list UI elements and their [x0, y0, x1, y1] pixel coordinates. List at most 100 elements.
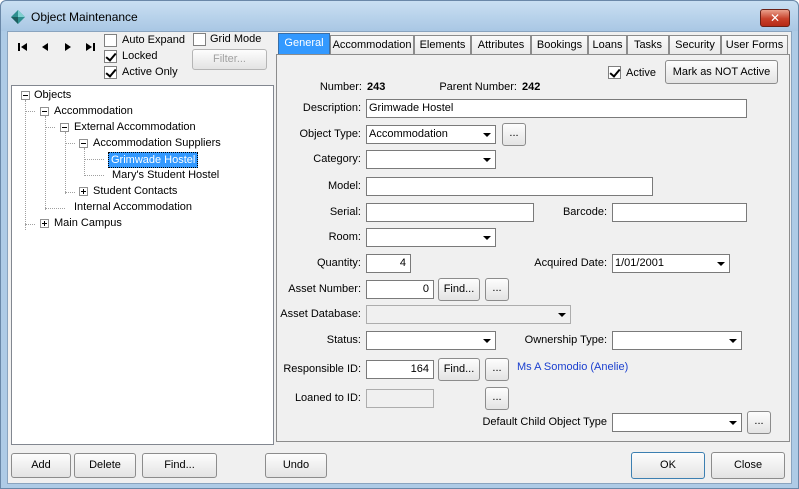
serial-label: Serial: [329, 206, 361, 218]
expand-student-contacts-icon[interactable] [79, 187, 88, 196]
ok-button[interactable]: OK [631, 452, 705, 479]
chevron-down-icon [555, 307, 569, 322]
close-button[interactable]: Close [711, 452, 785, 479]
responsible-person-name: Ms A Somodio (Anelie) [517, 361, 629, 373]
tree-node-marys-student-hostel[interactable]: Mary's Student Hostel [112, 168, 219, 182]
serial-field[interactable] [366, 203, 534, 222]
parent-number-label: Parent Number: [439, 81, 517, 93]
add-button[interactable]: Add [11, 453, 71, 478]
grid-mode-label: Grid Mode [210, 33, 262, 45]
responsible-id-field[interactable]: 164 [366, 360, 434, 379]
loaned-to-id-label: Loaned to ID: [294, 392, 361, 404]
category-select[interactable] [366, 150, 496, 169]
tab-attributes[interactable]: Attributes [471, 35, 531, 55]
undo-button[interactable]: Undo [265, 453, 327, 478]
expand-main-campus-icon[interactable] [40, 219, 49, 228]
first-record-icon[interactable] [16, 40, 30, 54]
chevron-down-icon [480, 152, 494, 167]
model-field[interactable] [366, 177, 653, 196]
tab-strip: General Accommodation Elements Attribute… [276, 33, 791, 55]
category-label: Category: [313, 153, 361, 165]
acquired-date-value: 1/01/2001 [615, 257, 664, 269]
collapse-objects-icon[interactable] [21, 91, 30, 100]
barcode-field[interactable] [612, 203, 747, 222]
tree-node-internal-accommodation[interactable]: Internal Accommodation [74, 200, 192, 214]
tree-node-external-accommodation[interactable]: External Accommodation [74, 120, 196, 134]
loaned-to-browse-button[interactable]: ... [485, 387, 509, 410]
default-child-object-type-label: Default Child Object Type [482, 416, 607, 428]
room-label: Room: [328, 231, 361, 243]
tab-bookings[interactable]: Bookings [531, 35, 588, 55]
tab-general[interactable]: General [278, 33, 330, 55]
delete-button[interactable]: Delete [74, 453, 136, 478]
object-type-select[interactable]: Accommodation [366, 125, 496, 144]
asset-database-label: Asset Database: [280, 308, 361, 320]
mark-as-not-active-button[interactable]: Mark as NOT Active [665, 60, 778, 84]
next-record-icon[interactable] [61, 40, 75, 54]
active-label: Active [626, 67, 656, 79]
collapse-accommodation-icon[interactable] [40, 107, 49, 116]
filter-button[interactable]: Filter... [192, 49, 267, 70]
asset-number-field[interactable]: 0 [366, 280, 434, 299]
active-only-checkbox[interactable] [104, 66, 117, 79]
chevron-down-icon [714, 256, 728, 271]
number-label: Number: [319, 81, 362, 93]
active-checkbox[interactable] [608, 66, 621, 79]
quantity-field[interactable]: 4 [366, 254, 411, 273]
acquired-date-picker[interactable]: 1/01/2001 [612, 254, 730, 273]
status-label: Status: [326, 334, 361, 346]
tree-connector [25, 224, 35, 225]
last-record-icon[interactable] [83, 40, 97, 54]
tab-loans[interactable]: Loans [588, 35, 627, 55]
parent-number-value: 242 [522, 81, 541, 93]
room-select[interactable] [366, 228, 496, 247]
locked-checkbox[interactable] [104, 50, 117, 63]
general-tab-panel: Active Mark as NOT Active Number: 243 Pa… [276, 54, 790, 442]
asset-database-select[interactable] [366, 305, 571, 324]
auto-expand-checkbox[interactable] [104, 34, 117, 47]
responsible-id-find-button[interactable]: Find... [438, 358, 480, 381]
app-diamond-icon [11, 10, 25, 24]
title-bar[interactable]: Object Maintenance ✕ [1, 1, 798, 31]
tab-tasks[interactable]: Tasks [627, 35, 669, 55]
ownership-type-select[interactable] [612, 331, 742, 350]
tree-connector [45, 127, 55, 128]
collapse-accommodation-suppliers-icon[interactable] [79, 139, 88, 148]
chevron-down-icon [480, 230, 494, 245]
tree-connector [84, 159, 104, 160]
tree-node-accommodation[interactable]: Accommodation [54, 104, 133, 118]
tree-connector [25, 100, 26, 230]
grid-mode-checkbox[interactable] [193, 33, 206, 46]
tree-connector [45, 208, 65, 209]
tab-security[interactable]: Security [669, 35, 721, 55]
window-close-button[interactable]: ✕ [760, 9, 790, 27]
tree-node-objects[interactable]: Objects [34, 88, 71, 102]
tree-connector [65, 192, 75, 193]
default-child-object-type-select[interactable] [612, 413, 742, 432]
tab-accommodation[interactable]: Accommodation [330, 35, 414, 55]
description-field[interactable]: Grimwade Hostel [366, 99, 747, 118]
chevron-down-icon [726, 333, 740, 348]
collapse-external-accommodation-icon[interactable] [60, 123, 69, 132]
tree-node-grimwade-hostel[interactable]: Grimwade Hostel [108, 152, 199, 168]
asset-number-browse-button[interactable]: ... [485, 278, 509, 301]
object-tree[interactable]: Objects Accommodation External Accommoda… [11, 85, 274, 445]
number-value: 243 [367, 81, 386, 93]
status-select[interactable] [366, 331, 496, 350]
tree-node-accommodation-suppliers[interactable]: Accommodation Suppliers [93, 136, 221, 150]
tree-connector [65, 143, 75, 144]
asset-number-label: Asset Number: [288, 283, 361, 295]
default-child-browse-button[interactable]: ... [747, 411, 771, 434]
responsible-id-browse-button[interactable]: ... [485, 358, 509, 381]
chevron-down-icon [480, 127, 494, 142]
tree-node-main-campus[interactable]: Main Campus [54, 216, 122, 230]
asset-number-find-button[interactable]: Find... [438, 278, 480, 301]
tree-node-student-contacts[interactable]: Student Contacts [93, 184, 177, 198]
tab-user-forms[interactable]: User Forms [721, 35, 788, 55]
loaned-to-id-field[interactable] [366, 389, 434, 408]
tab-elements[interactable]: Elements [414, 35, 471, 55]
object-type-browse-button[interactable]: ... [502, 123, 526, 146]
find-button[interactable]: Find... [142, 453, 217, 478]
chevron-down-icon [726, 415, 740, 430]
previous-record-icon[interactable] [38, 40, 52, 54]
